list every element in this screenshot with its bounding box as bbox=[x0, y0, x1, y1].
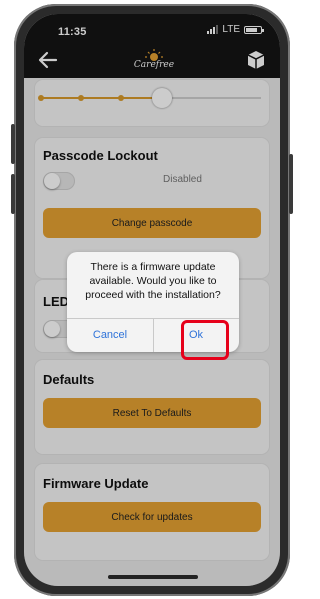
app-screen: 11:35 LTE Carefree Passcode Lockout Disa… bbox=[24, 14, 280, 586]
volume-button bbox=[11, 174, 15, 214]
home-indicator bbox=[108, 575, 198, 579]
power-button bbox=[289, 154, 293, 214]
volume-button bbox=[11, 124, 15, 164]
cancel-button[interactable]: Cancel bbox=[67, 318, 153, 352]
alert-message: There is a firmware update available. Wo… bbox=[85, 261, 221, 301]
ok-highlight-box bbox=[181, 320, 229, 360]
